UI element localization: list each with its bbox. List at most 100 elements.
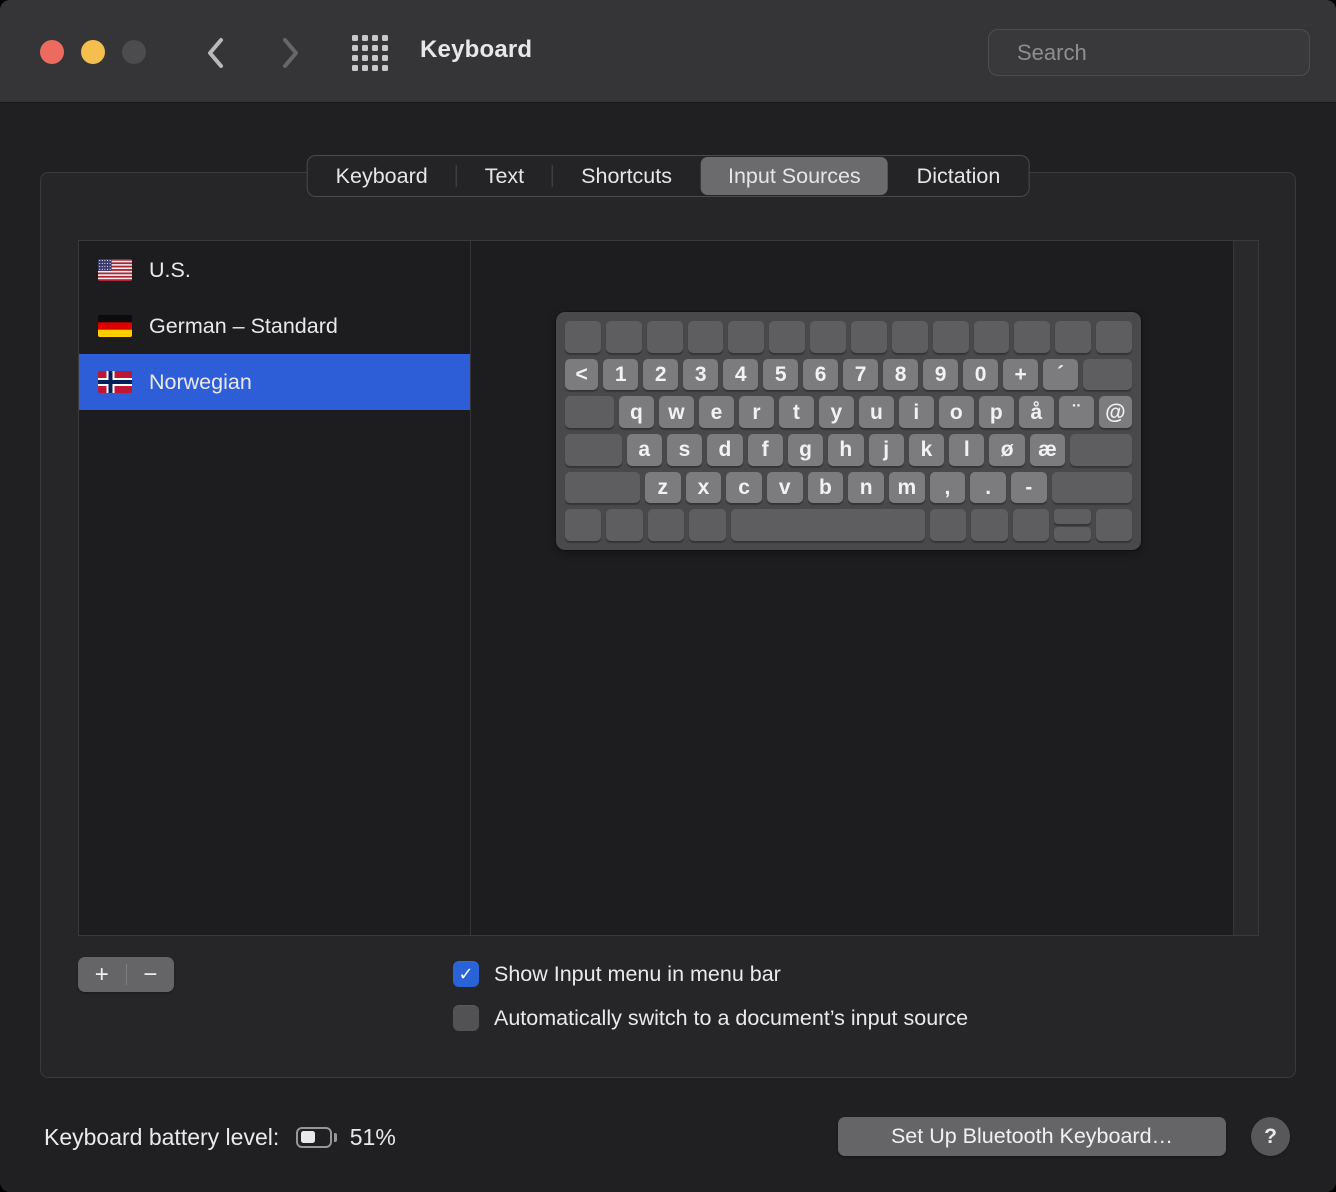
blank-key — [1055, 321, 1092, 353]
key-c: c — [726, 471, 762, 504]
key-7: 7 — [843, 358, 879, 391]
space-key — [730, 509, 926, 542]
layout-preview-pane: <1 2 3 4 5 6 7 8 9 0 + ´ q w e r t y u i o p å ¨ @ a s d f g h j k l ø æ z x c… — [471, 241, 1233, 935]
options-group: ✓ Show Input menu in menu bar Automatica… — [453, 959, 968, 1033]
search-field[interactable] — [988, 29, 1310, 76]
chevron-left-icon — [208, 38, 223, 68]
arrow-keys-split-key — [1054, 509, 1091, 542]
input-source-row-german-standard[interactable]: German – Standard — [79, 298, 470, 354]
blank-key — [1051, 471, 1132, 504]
key-h: h — [828, 434, 864, 466]
key-p: p — [978, 396, 1014, 429]
key-æ: æ — [1029, 434, 1066, 466]
option-label: Automatically switch to a document’s inp… — [494, 1005, 969, 1030]
setup-bluetooth-keyboard-button[interactable]: Set Up Bluetooth Keyboard… — [838, 1117, 1226, 1156]
key-g: g — [787, 434, 824, 466]
key-1: 1 — [603, 358, 639, 391]
key-0: 0 — [963, 358, 999, 391]
key-n: n — [848, 471, 884, 504]
key-b: b — [807, 471, 844, 504]
minimize-button[interactable] — [81, 40, 105, 64]
close-button[interactable] — [40, 40, 64, 64]
input-sources-panel: U.S. German – Standard Norwegian <1 2 3 4 5 6 7 8… — [40, 172, 1296, 1078]
blank-key — [1070, 434, 1132, 466]
forward-button[interactable] — [270, 34, 310, 72]
help-button[interactable]: ? — [1251, 1117, 1290, 1156]
key-s: s — [666, 434, 703, 466]
tab-text[interactable]: Text — [458, 157, 551, 195]
input-source-label: U.S. — [149, 257, 191, 282]
us-flag-icon — [98, 259, 132, 281]
key-f: f — [747, 434, 783, 466]
key-5: 5 — [763, 358, 799, 391]
key-t: t — [778, 396, 814, 429]
blank-key — [930, 509, 967, 542]
tab-input-sources[interactable]: Input Sources — [700, 157, 888, 195]
key-w: w — [658, 396, 694, 429]
add-input-source-button[interactable]: + — [78, 958, 126, 991]
option-label: Show Input menu in menu bar — [494, 961, 781, 986]
blank-key — [565, 396, 614, 429]
tab-keyboard[interactable]: Keyboard — [309, 157, 455, 195]
blank-key — [769, 321, 806, 353]
key-@: @ — [1098, 396, 1133, 429]
blank-key — [971, 509, 1008, 542]
search-input[interactable] — [1015, 38, 1307, 67]
blank-key — [565, 471, 640, 504]
zoom-button[interactable] — [122, 40, 146, 64]
add-remove-control: + − — [78, 957, 174, 992]
key-y: y — [818, 396, 854, 429]
battery-percent: 51% — [349, 1123, 396, 1150]
blank-key — [565, 509, 602, 542]
input-source-row-u-s[interactable]: U.S. — [79, 242, 470, 298]
scrollbar-track[interactable] — [1233, 241, 1258, 935]
key-8: 8 — [883, 358, 919, 391]
tab-divider — [552, 165, 554, 187]
key--: - — [1010, 471, 1047, 504]
tab-dictation[interactable]: Dictation — [890, 157, 1028, 195]
input-source-row-norwegian[interactable]: Norwegian — [79, 354, 470, 410]
auto-switch-checkbox[interactable] — [453, 1005, 479, 1031]
key-v: v — [766, 471, 803, 504]
battery-label: Keyboard battery level: — [44, 1123, 280, 1150]
key-.: . — [970, 471, 1006, 504]
key-d: d — [707, 434, 743, 466]
key-¨: ¨ — [1058, 396, 1094, 429]
blank-key — [565, 434, 622, 466]
key-+: + — [1003, 358, 1039, 391]
input-source-label: Norwegian — [149, 369, 252, 394]
blank-key — [687, 321, 724, 353]
key-´: ´ — [1043, 358, 1079, 391]
key-l: l — [949, 434, 985, 466]
key-3: 3 — [683, 358, 719, 391]
german-flag-icon — [98, 315, 132, 337]
blank-key — [1012, 509, 1050, 542]
key-k: k — [908, 434, 945, 466]
blank-key — [1096, 321, 1133, 353]
tab-shortcuts[interactable]: Shortcuts — [554, 157, 699, 195]
key-u: u — [858, 396, 894, 429]
blank-key — [606, 509, 643, 542]
blank-key — [1014, 321, 1051, 353]
title-bar: Keyboard — [0, 0, 1336, 103]
key-a: a — [626, 434, 662, 466]
key-o: o — [938, 396, 974, 429]
tab-bar: Keyboard Text Shortcuts Input Sources Dictat… — [306, 155, 1030, 197]
blank-key — [565, 321, 601, 353]
back-button[interactable] — [196, 34, 236, 72]
key-q: q — [618, 396, 654, 429]
show-input-menu-checkbox[interactable]: ✓ — [453, 961, 479, 987]
blank-key — [1083, 358, 1133, 391]
blank-key — [647, 509, 685, 542]
key-i: i — [898, 396, 934, 429]
key-6: 6 — [803, 358, 839, 391]
checkmark-icon: ✓ — [458, 963, 474, 984]
option-auto-switch: Automatically switch to a document’s inp… — [453, 1003, 968, 1033]
traffic-lights — [40, 40, 146, 64]
show-all-grid-icon[interactable] — [351, 35, 389, 71]
option-show-input-menu: ✓ Show Input menu in menu bar — [453, 959, 968, 989]
blank-key — [1095, 509, 1132, 542]
remove-input-source-button[interactable]: − — [127, 958, 175, 991]
content-box: U.S. German – Standard Norwegian <1 2 3 4 5 6 7 8… — [78, 240, 1259, 936]
window-title: Keyboard — [420, 36, 533, 63]
